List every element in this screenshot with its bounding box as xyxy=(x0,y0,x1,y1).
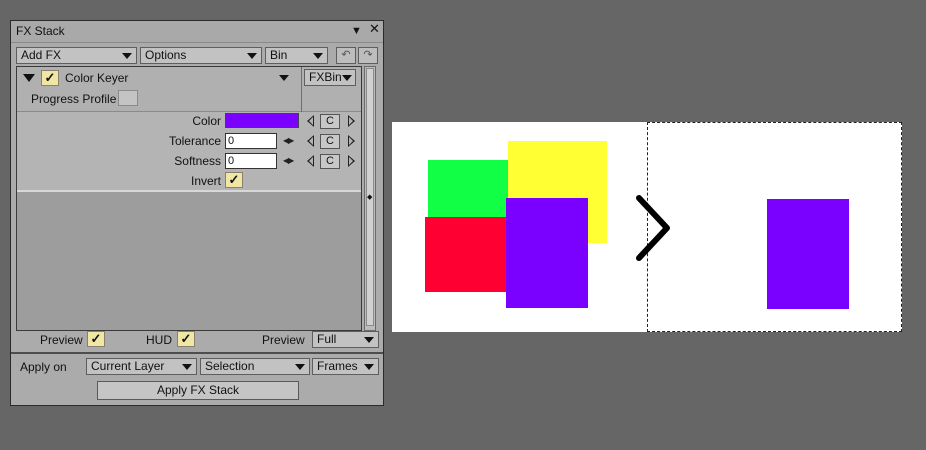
collapse-icon[interactable] xyxy=(23,74,35,82)
fx-name: Color Keyer xyxy=(65,71,129,85)
fx-stack-panel: FX Stack ▼ ✕ Add FX Options Bin ↶ ↷ ✓ Co… xyxy=(10,20,384,406)
softness-input[interactable]: 0 xyxy=(225,153,277,169)
panel-menu-icon[interactable]: ▼ xyxy=(351,25,362,37)
bin-dropdown[interactable]: Bin xyxy=(265,47,328,64)
tolerance-stepper-icon[interactable]: ◀▶ xyxy=(283,136,294,146)
redo-button[interactable]: ↷ xyxy=(358,47,378,64)
hud-label: HUD xyxy=(146,333,172,347)
selection-dropdown[interactable]: Selection xyxy=(200,358,310,375)
add-fx-label: Add FX xyxy=(21,48,62,62)
fx-list: ✓ Color Keyer FXBin Progress Profile Col… xyxy=(16,66,362,331)
panel-titlebar[interactable]: FX Stack ▼ ✕ xyxy=(11,21,383,43)
next-keyframe-icon[interactable] xyxy=(348,135,355,147)
after-canvas xyxy=(647,122,902,332)
chevron-down-icon xyxy=(122,53,132,59)
frames-dropdown[interactable]: Frames xyxy=(312,358,379,375)
chevron-down-icon xyxy=(342,75,352,81)
red-rect xyxy=(425,217,511,292)
purple-rect xyxy=(767,199,849,309)
tolerance-reset-button[interactable]: C xyxy=(320,134,340,149)
chevron-down-icon xyxy=(364,337,374,343)
close-icon[interactable]: ✕ xyxy=(369,22,380,35)
before-canvas xyxy=(392,122,648,332)
fx-menu-icon[interactable] xyxy=(279,75,289,81)
prev-keyframe-icon[interactable] xyxy=(307,115,314,127)
tolerance-input[interactable]: 0 xyxy=(225,133,277,149)
fxbin-dropdown[interactable]: FXBin xyxy=(304,69,356,86)
fx-item-header: ✓ Color Keyer FXBin Progress Profile xyxy=(17,67,361,192)
purple-rect xyxy=(506,198,588,308)
frames-value: Frames xyxy=(317,359,358,373)
tolerance-label: Tolerance xyxy=(168,134,221,148)
next-keyframe-icon[interactable] xyxy=(348,155,355,167)
apply-fx-stack-button[interactable]: Apply FX Stack xyxy=(97,381,299,400)
fx-enabled-checkbox[interactable]: ✓ xyxy=(41,70,59,86)
preview-mode-label: Preview xyxy=(262,333,305,347)
section-divider xyxy=(11,352,383,354)
options-label: Options xyxy=(145,48,187,62)
panel-title: FX Stack xyxy=(16,24,65,38)
chevron-down-icon xyxy=(182,364,192,370)
fxbin-label: FXBin xyxy=(309,70,342,84)
color-reset-button[interactable]: C xyxy=(320,114,340,129)
hud-checkbox[interactable]: ✓ xyxy=(177,331,195,347)
invert-label: Invert xyxy=(190,174,221,188)
preview-mode-dropdown[interactable]: Full xyxy=(312,331,379,348)
progress-profile-button[interactable] xyxy=(118,90,138,106)
softness-label: Softness xyxy=(174,154,221,168)
options-dropdown[interactable]: Options xyxy=(140,47,262,64)
color-swatch[interactable] xyxy=(225,113,299,128)
next-keyframe-icon[interactable] xyxy=(348,115,355,127)
invert-checkbox[interactable]: ✓ xyxy=(225,172,243,188)
softness-stepper-icon[interactable]: ◀▶ xyxy=(283,156,294,166)
undo-button[interactable]: ↶ xyxy=(336,47,356,64)
undo-icon: ↶ xyxy=(341,49,351,61)
bin-label: Bin xyxy=(270,48,288,62)
fx-params: Color Tolerance 0 ◀▶ Softness 0 ◀▶ Inver… xyxy=(17,112,361,192)
selection-value: Selection xyxy=(205,359,255,373)
scroll-grip-icon: ◆ xyxy=(367,194,373,201)
chevron-down-icon xyxy=(364,364,374,370)
add-fx-dropdown[interactable]: Add FX xyxy=(16,47,137,64)
chevron-down-icon xyxy=(247,53,257,59)
softness-reset-button[interactable]: C xyxy=(320,154,340,169)
progress-profile-label: Progress Profile xyxy=(31,92,117,106)
preview-mode-value: Full xyxy=(317,332,337,346)
layer-value: Current Layer xyxy=(91,359,165,373)
preview-checkbox[interactable]: ✓ xyxy=(87,331,105,347)
chevron-right-icon xyxy=(636,195,670,261)
chevron-down-icon xyxy=(313,53,323,59)
preview-label: Preview xyxy=(40,333,83,347)
layer-dropdown[interactable]: Current Layer xyxy=(86,358,197,375)
apply-on-label: Apply on xyxy=(20,360,67,374)
redo-icon: ↷ xyxy=(363,49,373,61)
chevron-down-icon xyxy=(295,364,305,370)
color-label: Color xyxy=(192,114,221,128)
prev-keyframe-icon[interactable] xyxy=(307,155,314,167)
prev-keyframe-icon[interactable] xyxy=(307,135,314,147)
